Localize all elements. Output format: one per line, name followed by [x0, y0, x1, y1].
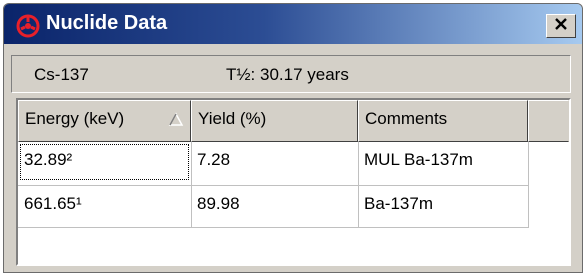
title-bar[interactable]: Nuclide Data [4, 4, 582, 44]
gamma-lines-table[interactable]: Energy (keV) Yield (%) Comments 32.89² 7… [16, 98, 571, 266]
app-icon[interactable] [16, 14, 40, 38]
cell-yield[interactable]: 89.98 [191, 186, 358, 226]
cell-comments[interactable]: Ba-137m [358, 186, 528, 226]
cell-yield[interactable]: 7.28 [191, 142, 358, 182]
column-header-energy[interactable]: Energy (keV) [18, 100, 191, 142]
close-icon [553, 16, 569, 37]
column-header-label: Comments [365, 109, 448, 128]
column-header-yield[interactable]: Yield (%) [191, 100, 358, 142]
column-header-label: Energy (keV) [25, 109, 125, 128]
nuclide-info-bar: Cs-137 T½: 30.17 years [11, 55, 571, 93]
column-header-label: Yield (%) [198, 109, 267, 128]
window-title: Nuclide Data [46, 12, 168, 34]
table-row[interactable]: 32.89² 7.28 MUL Ba-137m [18, 142, 528, 182]
nuclide-name: Cs-137 [34, 65, 89, 84]
half-life-label: T½: 30.17 years [226, 65, 349, 84]
cell-comments[interactable]: MUL Ba-137m [358, 142, 528, 182]
column-header-comments[interactable]: Comments [358, 100, 528, 142]
close-button[interactable] [546, 14, 576, 38]
column-divider [528, 142, 529, 228]
table-row[interactable]: 661.65¹ 89.98 Ba-137m [18, 186, 528, 226]
cell-energy[interactable]: 32.89² [18, 142, 191, 182]
column-divider [358, 142, 359, 228]
column-divider [191, 142, 192, 228]
sort-ascending-icon [168, 112, 184, 128]
nuclide-data-window: Nuclide Data Cs-137 T½: 30.17 years Ener… [3, 3, 583, 273]
cell-energy[interactable]: 661.65¹ [18, 186, 191, 226]
column-header-filler [528, 100, 569, 142]
row-divider [18, 227, 528, 228]
